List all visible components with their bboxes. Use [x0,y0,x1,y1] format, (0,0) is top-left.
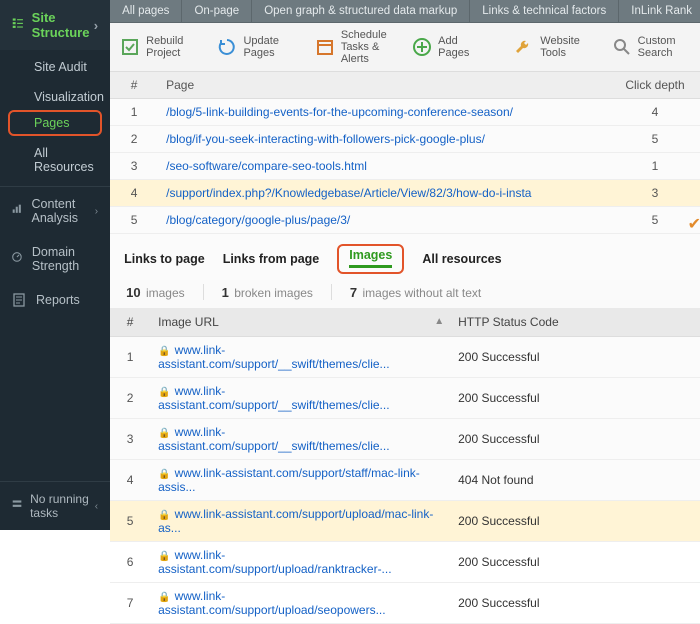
sort-icon: ▲ [434,316,444,327]
tab-on-page[interactable]: On-page [182,0,252,22]
sidebar-item-domain-strength[interactable]: Domain Strength [0,235,110,283]
col-url[interactable]: Image URL▲ [150,308,450,337]
pages-table: # Page Click depth 1/blog/5-link-buildin… [110,72,700,234]
sidebar-item-visualization[interactable]: Visualization [0,80,110,110]
sidebar-item-pages[interactable]: Pages [34,116,100,130]
image-url-link[interactable]: www.link-assistant.com/support/upload/se… [158,589,385,617]
sidebar-section-label: Site Structure [32,10,94,40]
sidebar-item-label: Reports [36,293,80,307]
subtab-links-to[interactable]: Links to page [124,252,205,266]
table-row[interactable]: 5🔒www.link-assistant.com/support/upload/… [110,501,700,542]
tab-links-technical[interactable]: Links & technical factors [470,0,619,22]
table-row[interactable]: 5/blog/category/google-plus/page/3/5 [110,207,700,234]
sidebar-item-site-audit[interactable]: Site Audit [0,50,110,80]
sidebar-item-label: Domain Strength [32,245,98,273]
table-row[interactable]: 3/seo-software/compare-seo-tools.html1 [110,153,700,180]
lock-icon: 🔒 [158,551,170,562]
lock-icon: 🔒 [158,387,170,398]
table-row[interactable]: 1🔒www.link-assistant.com/support/__swift… [110,337,700,378]
col-depth[interactable]: Click depth [605,72,700,99]
sidebar-item-reports[interactable]: Reports [0,283,110,317]
images-table: # Image URL▲ HTTP Status Code 1🔒www.link… [110,308,700,624]
footer-status[interactable]: No running tasks ‹ [0,481,110,530]
schedule-button[interactable]: Schedule Tasks & Alerts [315,29,398,65]
sidebar-item-all-resources[interactable]: All Resources [0,136,110,180]
table-row[interactable]: 4/support/index.php?/Knowledgebase/Artic… [110,180,700,207]
image-url-link[interactable]: www.link-assistant.com/support/upload/ra… [158,548,391,576]
subtab-links-from[interactable]: Links from page [223,252,320,266]
subtab-images[interactable]: Images [337,244,404,274]
table-row[interactable]: 6🔒www.link-assistant.com/support/upload/… [110,542,700,583]
tab-inlink-rank[interactable]: InLink Rank [619,0,700,22]
sidebar-item-label: Content Analysis [32,197,95,225]
rebuild-project-button[interactable]: Rebuild Project [120,35,203,59]
structure-icon [12,17,24,33]
tasks-icon [12,499,22,513]
check-icon: ✔ [688,214,700,234]
update-pages-button[interactable]: Update Pages [217,35,300,59]
subtabs: Links to page Links from page Images All… [110,234,700,280]
lock-icon: 🔒 [158,592,170,603]
website-tools-button[interactable]: Website Tools [514,35,597,59]
image-url-link[interactable]: www.link-assistant.com/support/staff/mac… [158,466,420,494]
subtab-all-resources[interactable]: All resources [422,252,501,266]
refresh-icon [217,36,237,58]
table-row[interactable]: 4🔒www.link-assistant.com/support/staff/m… [110,460,700,501]
sidebar-item-content-analysis[interactable]: Content Analysis › [0,186,110,235]
chevron-left-icon: ‹ [95,501,98,512]
chevron-right-icon: › [95,206,98,217]
tab-open-graph[interactable]: Open graph & structured data markup [252,0,470,22]
lock-icon: 🔒 [158,346,170,357]
lock-icon: 🔒 [158,428,170,439]
chart-icon [12,204,22,218]
col-number[interactable]: # [110,308,150,337]
chevron-right-icon: › [94,18,98,33]
add-pages-button[interactable]: Add Pages [412,35,486,59]
wrench-icon [514,36,534,58]
table-row[interactable]: 7🔒www.link-assistant.com/support/upload/… [110,583,700,624]
tab-all-pages[interactable]: All pages [110,0,182,22]
col-number[interactable]: # [110,72,158,99]
search-icon [612,36,632,58]
table-row[interactable]: 3🔒www.link-assistant.com/support/__swift… [110,419,700,460]
gauge-icon [12,252,22,266]
table-row[interactable]: 1/blog/5-link-building-events-for-the-up… [110,99,700,126]
image-url-link[interactable]: www.link-assistant.com/support/__swift/t… [158,425,389,453]
table-row[interactable]: 2🔒www.link-assistant.com/support/__swift… [110,378,700,419]
top-tabs: All pages On-page Open graph & structure… [110,0,700,23]
image-url-link[interactable]: www.link-assistant.com/support/upload/ma… [158,507,433,535]
custom-search-button[interactable]: Custom Search [612,35,695,59]
lock-icon: 🔒 [158,469,170,480]
footer-label: No running tasks [30,492,95,520]
rebuild-icon [120,36,140,58]
col-page[interactable]: Page [158,72,605,99]
plus-icon [412,36,432,58]
toolbar: Rebuild Project Update Pages Schedule Ta… [110,23,700,72]
stats-row: 10 images 1 broken images 7 images witho… [110,280,700,308]
col-status[interactable]: HTTP Status Code [450,308,700,337]
reports-icon [12,293,26,307]
sidebar-section-site-structure[interactable]: Site Structure › [0,0,110,50]
image-url-link[interactable]: www.link-assistant.com/support/__swift/t… [158,384,389,412]
table-row[interactable]: 2/blog/if-you-seek-interacting-with-foll… [110,126,700,153]
image-url-link[interactable]: www.link-assistant.com/support/__swift/t… [158,343,389,371]
lock-icon: 🔒 [158,510,170,521]
calendar-icon [315,36,335,58]
